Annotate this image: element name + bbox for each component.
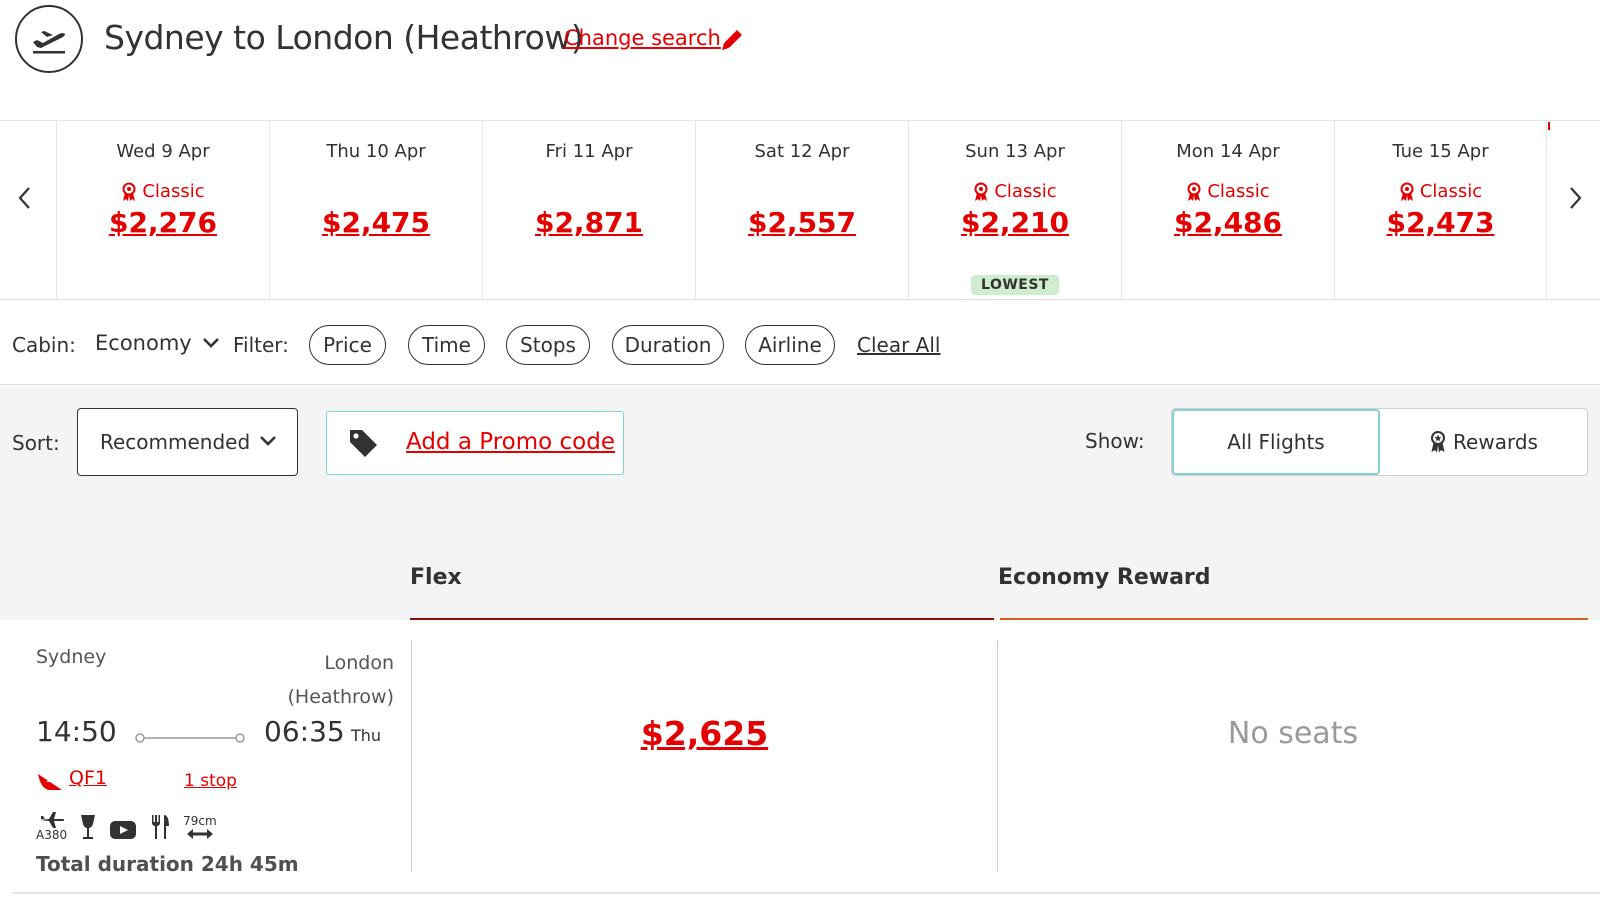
classic-label: Classic	[1419, 181, 1483, 202]
classic-reward-tag: Classic	[57, 181, 269, 202]
award-ribbon-icon	[1187, 182, 1201, 201]
change-search-link[interactable]: Change search	[564, 26, 721, 50]
date-label: Fri 11 Apr	[545, 141, 633, 162]
chevron-down-icon	[202, 338, 219, 348]
aircraft-type: A380	[36, 828, 68, 842]
clear-all-filters-link[interactable]: Clear All	[857, 333, 940, 357]
award-ribbon-icon	[974, 182, 988, 201]
cabin-dropdown[interactable]: Economy	[95, 331, 220, 355]
video-entertainment-icon	[109, 819, 137, 841]
date-option-1[interactable]: Thu 10 Apr $2,475	[269, 121, 482, 299]
date-label: Thu 10 Apr	[326, 141, 426, 162]
rewards-label: Rewards	[1453, 430, 1538, 454]
lowest-price-badge: LOWEST	[971, 275, 1059, 295]
promo-code-link[interactable]: Add a Promo code	[406, 429, 615, 455]
date-price[interactable]: $2,473	[1335, 206, 1546, 239]
filter-stops-pill[interactable]: Stops	[506, 325, 590, 365]
date-option-6[interactable]: Tue 15 Apr Classic $2,473	[1334, 121, 1547, 299]
plane-departure-icon	[15, 5, 83, 73]
chevron-left-icon	[18, 187, 30, 209]
classic-label: Classic	[142, 181, 205, 202]
qantas-logo-icon	[38, 774, 62, 790]
date-option-2[interactable]: Fri 11 Apr $2,871	[482, 121, 695, 299]
aircraft-icon: A380	[36, 811, 67, 841]
date-price[interactable]: $2,557	[696, 206, 908, 239]
promo-code-button[interactable]: Add a Promo code	[326, 411, 624, 475]
arrival-day: Thu	[351, 726, 382, 745]
classic-reward-tag: Classic	[1335, 181, 1546, 202]
page-title: Sydney to London (Heathrow)	[104, 18, 584, 57]
classic-reward-tag: Classic	[1122, 181, 1334, 202]
wine-glass-icon	[79, 813, 97, 841]
chevron-right-icon	[1570, 187, 1582, 209]
date-price[interactable]: $2,871	[483, 206, 695, 239]
filter-bar: Cabin: Economy Filter: Price Time Stops …	[0, 301, 1600, 385]
sort-label: Sort:	[12, 431, 60, 455]
cabin-label: Cabin:	[12, 333, 76, 357]
date-label: Sun 13 Apr	[965, 141, 1065, 162]
page-header: Sydney to London (Heathrow) Change searc…	[0, 0, 1600, 118]
classic-label: Classic	[994, 181, 1057, 202]
rewards-toggle[interactable]: Rewards	[1380, 409, 1587, 475]
filter-duration-pill[interactable]: Duration	[612, 325, 724, 365]
chevron-down-icon	[260, 436, 276, 446]
next-dates-button[interactable]	[1560, 183, 1590, 213]
date-label: Mon 14 Apr	[1176, 141, 1280, 162]
sort-and-display-area: Sort: Recommended Add a Promo code Show:…	[0, 386, 1600, 622]
date-option-4[interactable]: Sun 13 Apr Classic $2,210 LOWEST	[908, 121, 1121, 299]
date-price[interactable]: $2,276	[57, 206, 269, 239]
classic-reward-tag: Classic	[909, 181, 1121, 202]
meal-icon	[149, 813, 171, 841]
reward-availability: No seats	[1227, 716, 1359, 751]
stops-link[interactable]: 1 stop	[184, 771, 237, 791]
all-flights-toggle[interactable]: All Flights	[1172, 409, 1380, 475]
route-line-icon	[135, 733, 245, 743]
show-flights-toggle: All Flights Rewards	[1171, 408, 1588, 476]
card-divider	[411, 640, 412, 872]
cabin-value: Economy	[95, 331, 192, 355]
flight-number-link[interactable]: QF1	[69, 767, 107, 789]
seat-pitch-icon: 79cm	[183, 815, 217, 841]
award-ribbon-icon	[122, 182, 136, 201]
date-label: Tue 15 Apr	[1392, 141, 1489, 162]
flight-result-card: Sydney London (Heathrow) 14:50 06:35 Thu…	[12, 620, 1600, 894]
date-option-5[interactable]: Mon 14 Apr Classic $2,486	[1121, 121, 1334, 299]
date-price[interactable]: $2,210	[909, 206, 1121, 239]
flex-fare-price[interactable]: $2,625	[412, 714, 997, 753]
date-option-0[interactable]: Wed 9 Apr Classic $2,276	[56, 121, 269, 299]
total-duration: Total duration 24h 45m	[36, 852, 299, 876]
award-ribbon-icon	[1431, 431, 1446, 453]
filter-airline-pill[interactable]: Airline	[745, 325, 835, 365]
filter-price-pill[interactable]: Price	[309, 325, 386, 365]
arrival-time: 06:35	[264, 715, 345, 748]
destination-city: London (Heathrow)	[287, 652, 395, 708]
seat-pitch-value: 79cm	[183, 814, 217, 828]
date-price[interactable]: $2,486	[1122, 206, 1334, 239]
date-option-3[interactable]: Sat 12 Apr $2,557	[695, 121, 908, 299]
departure-time: 14:50	[36, 715, 117, 748]
card-divider-dotted	[997, 640, 998, 872]
show-label: Show:	[1085, 429, 1145, 453]
scroll-indicator	[1548, 122, 1550, 130]
origin-city: Sydney	[36, 646, 107, 668]
fare-column-header-flex: Flex	[410, 565, 462, 590]
price-tag-icon	[350, 430, 377, 457]
sort-value: Recommended	[100, 430, 251, 454]
filter-time-pill[interactable]: Time	[408, 325, 485, 365]
sort-dropdown[interactable]: Recommended	[77, 408, 298, 476]
previous-dates-button[interactable]	[10, 183, 40, 213]
fare-column-header-reward: Economy Reward	[998, 565, 1211, 590]
award-ribbon-icon	[1400, 182, 1414, 201]
pencil-icon[interactable]	[718, 26, 746, 54]
date-label: Wed 9 Apr	[116, 141, 210, 162]
amenities-list: A380 79cm	[36, 805, 217, 841]
filter-label: Filter:	[233, 333, 289, 357]
date-selector-strip: Wed 9 Apr Classic $2,276 Thu 10 Apr $2,4…	[0, 120, 1600, 300]
date-price[interactable]: $2,475	[270, 206, 482, 239]
date-label: Sat 12 Apr	[754, 141, 850, 162]
classic-label: Classic	[1207, 181, 1270, 202]
